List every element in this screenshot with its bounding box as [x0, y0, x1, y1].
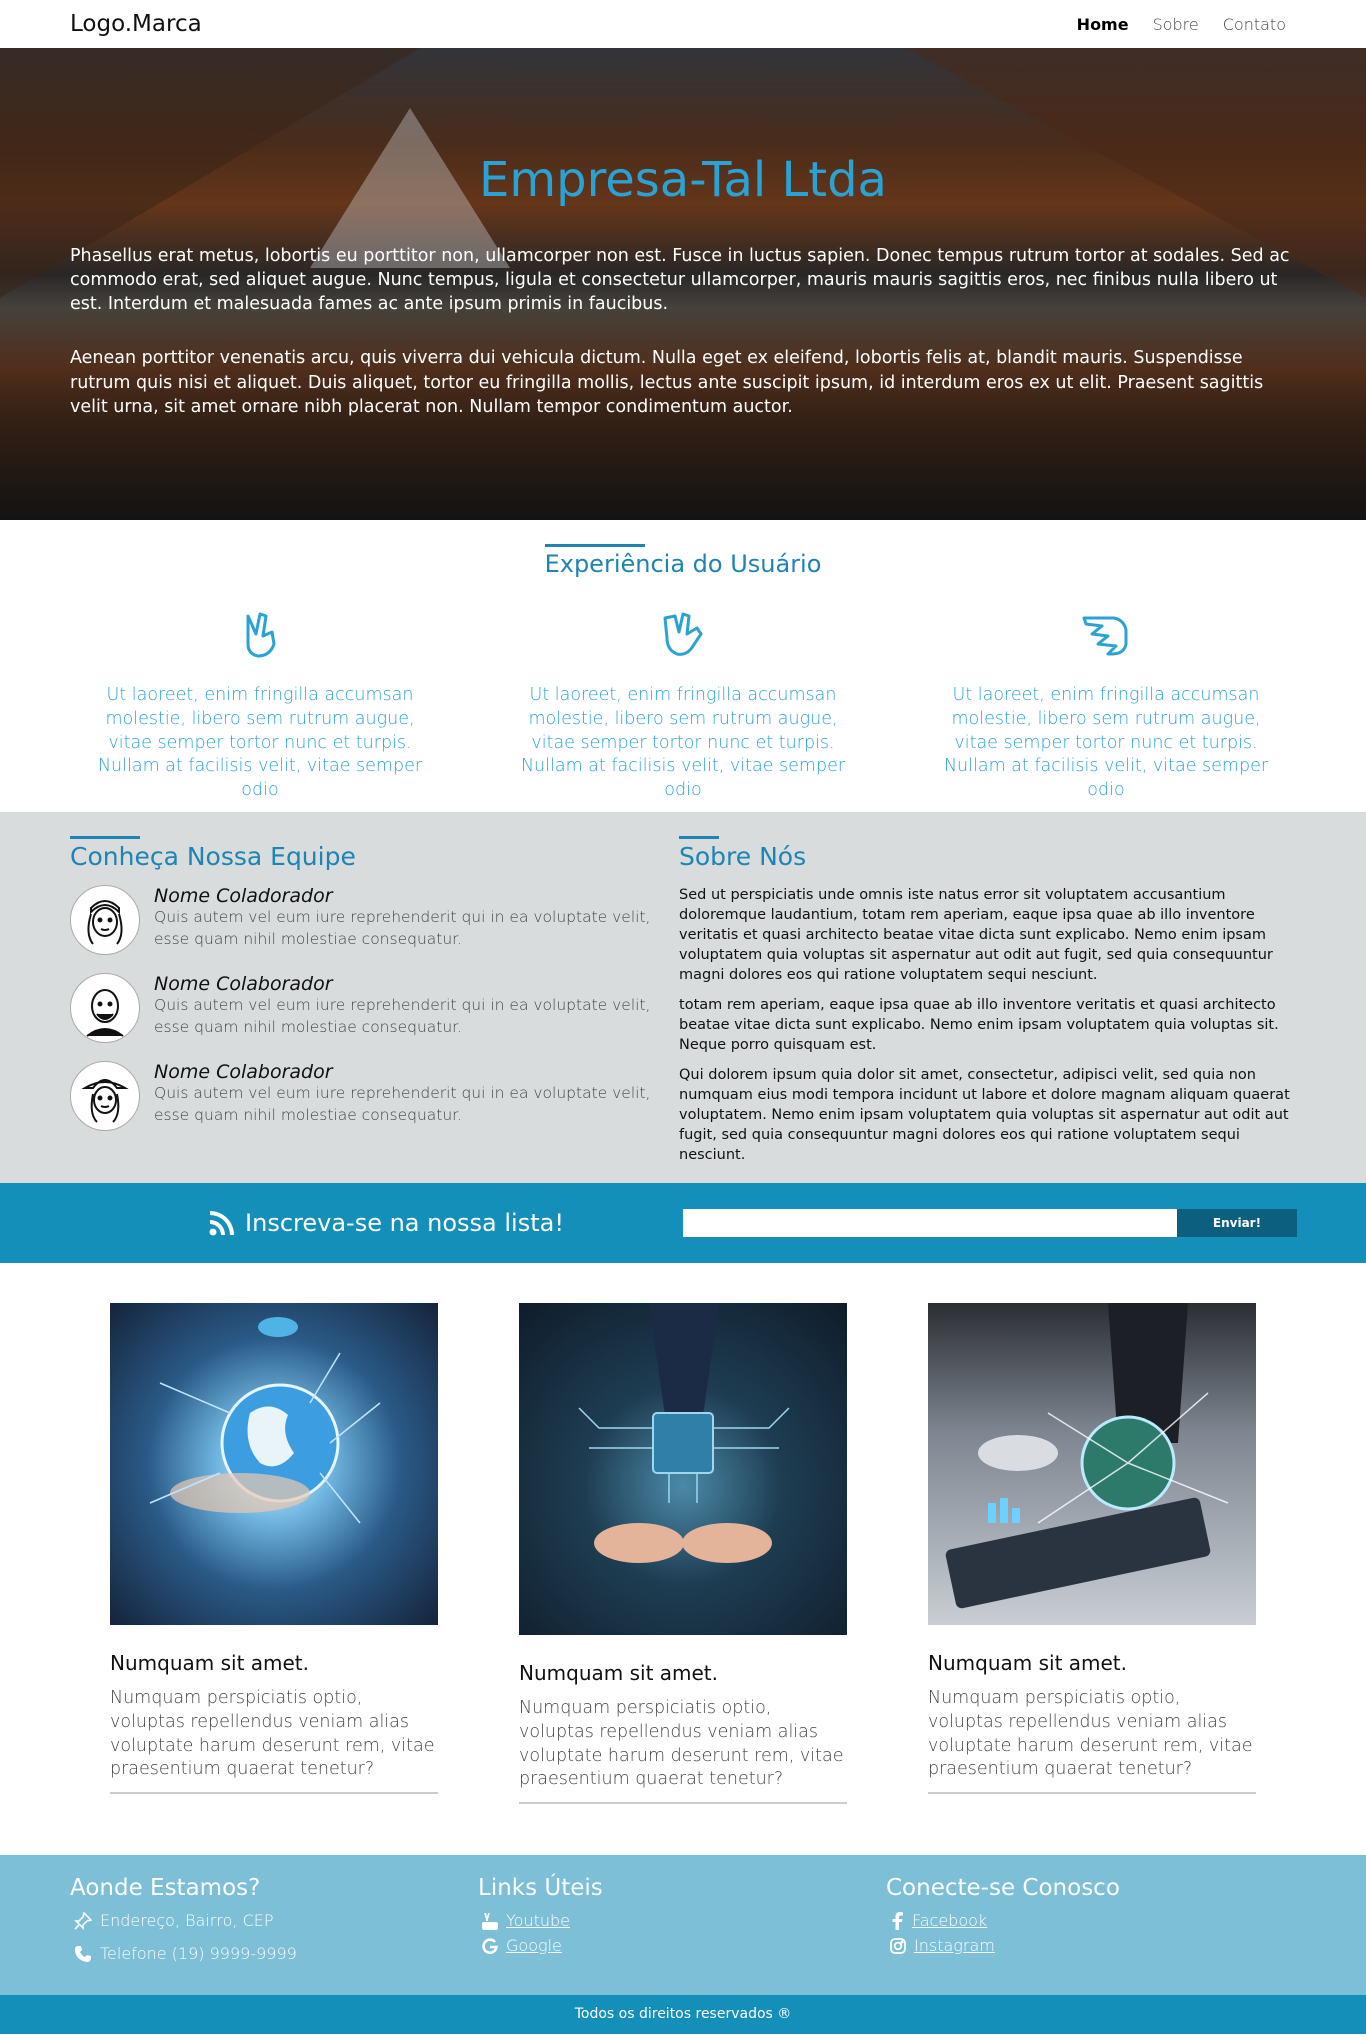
avatar: [70, 973, 140, 1043]
instagram-icon: [890, 1937, 906, 1954]
member-name: Nome Colaborador: [154, 1061, 333, 1083]
footer-address-text: Endereço, Bairro, CEP: [100, 1911, 274, 1930]
person-cap-icon: [87, 900, 123, 945]
about-paragraph-1: Sed ut perspiciatis unde omnis iste natu…: [679, 887, 1273, 983]
facebook-link[interactable]: Facebook: [912, 1911, 987, 1930]
avatar: [70, 885, 140, 955]
team-block: Conheça Nossa Equipe Nome Coladorador Qu…: [70, 836, 679, 1183]
experience-title: Experiência do Usuário: [544, 544, 822, 578]
experience-section: Experiência do Usuário Ut laoreet, enim …: [0, 520, 1366, 812]
card: Numquam sit amet. Numquam perspiciatis o…: [519, 1303, 847, 1855]
google-icon: [482, 1937, 498, 1954]
hero-banner: Empresa-Tal Ltda Phasellus erat metus, l…: [0, 48, 1366, 520]
card-text: Numquam perspiciatis optio, voluptas rep…: [928, 1687, 1256, 1795]
footer-link-instagram: Instagram: [886, 1936, 1294, 1955]
avatar: [70, 1061, 140, 1131]
subscribe-email-input[interactable]: [683, 1209, 1177, 1237]
experience-column: Ut laoreet, enim fringilla accumsan mole…: [513, 608, 853, 803]
footer-phone-text: Telefone (19) 9999-9999: [100, 1944, 297, 1963]
footer-links-column: Links Úteis Youtube Google: [478, 1875, 886, 1995]
youtube-link[interactable]: Youtube: [506, 1911, 570, 1930]
spock-hand-icon: [663, 612, 703, 656]
subscribe-submit-button[interactable]: Enviar!: [1177, 1209, 1297, 1237]
card: Numquam sit amet. Numquam perspiciatis o…: [928, 1303, 1256, 1855]
hero-title: Empresa-Tal Ltda: [479, 152, 887, 208]
about-paragraph-2: totam rem aperiam, eaque ipsa quae ab il…: [679, 997, 1279, 1053]
team-member: Nome Colaborador Quis autem vel eum iure…: [70, 973, 679, 1043]
about-title: Sobre Nós: [679, 836, 807, 871]
hero-paragraph-1: Phasellus erat metus, lobortis eu portti…: [70, 246, 1290, 315]
member-name: Nome Coladorador: [154, 885, 333, 907]
logo[interactable]: Logo.Marca: [70, 11, 202, 37]
copyright-bar: Todos os direitos reservados ®: [0, 1995, 1366, 2034]
card-title: Numquam sit amet.: [110, 1651, 310, 1675]
footer-location-column: Aonde Estamos? Endereço, Bairro, CEP Tel…: [70, 1875, 478, 1995]
nav-home-link[interactable]: Home: [1077, 15, 1129, 34]
team-member: Nome Coladorador Quis autem vel eum iure…: [70, 885, 679, 955]
nav-sobre-link[interactable]: Sobre: [1153, 15, 1199, 34]
phone-icon: [75, 1945, 91, 1962]
google-link[interactable]: Google: [506, 1936, 562, 1955]
experience-column: Ut laoreet, enim fringilla accumsan mole…: [90, 608, 430, 803]
person-bald-icon: [86, 989, 124, 1037]
team-about-section: Conheça Nossa Equipe Nome Coladorador Qu…: [0, 812, 1366, 1183]
member-desc: Quis autem vel eum iure reprehenderit qu…: [154, 996, 651, 1036]
footer-social-column: Conecte-se Conosco Facebook Instagram: [886, 1875, 1294, 1995]
footer-address: Endereço, Bairro, CEP: [70, 1911, 478, 1930]
hero-paragraph-2: Aenean porttitor venenatis arcu, quis vi…: [70, 348, 1264, 417]
facebook-icon: [892, 1911, 903, 1930]
subscribe-label-block: Inscreva-se na nossa lista!: [0, 1209, 683, 1237]
team-title: Conheça Nossa Equipe: [70, 836, 356, 871]
footer-link-google: Google: [478, 1936, 886, 1955]
footer-social-title: Conecte-se Conosco: [886, 1875, 1120, 1901]
card-title: Numquam sit amet.: [519, 1661, 719, 1685]
chip-hands-image: [519, 1303, 847, 1635]
footer-links-title: Links Úteis: [478, 1875, 603, 1901]
instagram-link[interactable]: Instagram: [914, 1936, 995, 1955]
experience-column: Ut laoreet, enim fringilla accumsan mole…: [936, 608, 1276, 803]
footer-link-youtube: Youtube: [478, 1911, 886, 1930]
team-member: Nome Colaborador Quis autem vel eum iure…: [70, 1061, 679, 1131]
experience-text: Ut laoreet, enim fringilla accumsan mole…: [943, 685, 1269, 801]
youtube-icon: [482, 1912, 498, 1930]
card-title: Numquam sit amet.: [928, 1651, 1128, 1675]
rss-icon: [209, 1211, 235, 1236]
pointing-hand-icon: [1082, 616, 1128, 656]
nav-contato-link[interactable]: Contato: [1223, 15, 1286, 34]
card: Numquam sit amet. Numquam perspiciatis o…: [110, 1303, 438, 1855]
footer: Aonde Estamos? Endereço, Bairro, CEP Tel…: [0, 1855, 1366, 1995]
person-hat-icon: [81, 1079, 129, 1123]
subscribe-bar: Inscreva-se na nossa lista! Enviar!: [0, 1183, 1366, 1263]
top-navbar: Logo.Marca Home Sobre Contato: [0, 0, 1366, 48]
member-name: Nome Colaborador: [154, 973, 333, 995]
experience-text: Ut laoreet, enim fringilla accumsan mole…: [97, 685, 423, 801]
experience-text: Ut laoreet, enim fringilla accumsan mole…: [520, 685, 846, 801]
card-text: Numquam perspiciatis optio, voluptas rep…: [519, 1697, 847, 1805]
footer-phone: Telefone (19) 9999-9999: [70, 1944, 478, 1963]
footer-location-title: Aonde Estamos?: [70, 1875, 261, 1901]
member-desc: Quis autem vel eum iure reprehenderit qu…: [154, 1084, 651, 1124]
about-block: Sobre Nós Sed ut perspiciatis unde omnis…: [679, 836, 1296, 1183]
subscribe-form: Enviar!: [683, 1209, 1297, 1237]
about-paragraph-3: Qui dolorem ipsum quia dolor sit amet, c…: [679, 1067, 1290, 1163]
member-desc: Quis autem vel eum iure reprehenderit qu…: [154, 908, 651, 948]
footer-link-facebook: Facebook: [886, 1911, 1294, 1930]
tablet-globe-image: [928, 1303, 1256, 1625]
main-menu: Home Sobre Contato: [1077, 15, 1286, 34]
pushpin-icon: [74, 1911, 92, 1930]
subscribe-label: Inscreva-se na nossa lista!: [245, 1209, 564, 1237]
peace-hand-icon: [246, 612, 276, 658]
globe-network-image: [110, 1303, 438, 1625]
cards-section: Numquam sit amet. Numquam perspiciatis o…: [0, 1263, 1366, 1855]
card-text: Numquam perspiciatis optio, voluptas rep…: [110, 1687, 438, 1795]
